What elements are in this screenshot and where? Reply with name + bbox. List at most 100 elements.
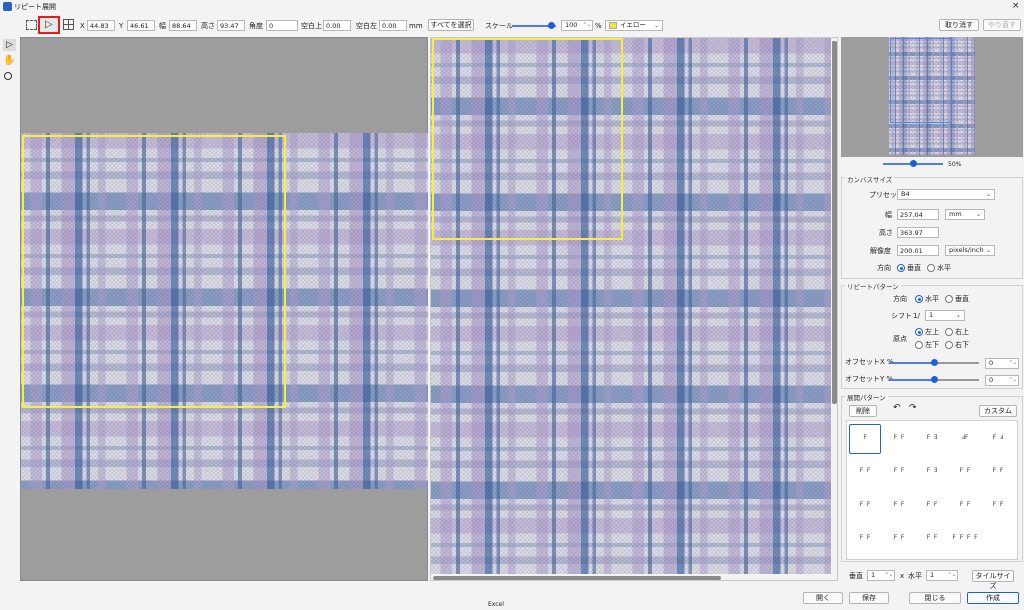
rotate-right-icon[interactable]: ↷ — [909, 403, 917, 413]
pattern-cell[interactable]: F F — [950, 492, 980, 518]
angle-field[interactable] — [266, 20, 298, 31]
origin-label: 原点 — [893, 335, 907, 343]
preview-zoom-label: 50% — [948, 161, 962, 168]
origin-bottom-left-radio[interactable] — [915, 341, 923, 349]
pattern-cell[interactable]: F Ⅎ — [983, 425, 1013, 451]
open-button[interactable]: 開く — [803, 592, 843, 604]
shift-select-value: 1 — [929, 311, 934, 319]
result-canvas[interactable] — [430, 37, 838, 581]
redo-button[interactable]: やり直す — [983, 19, 1021, 31]
canvas-width-field[interactable] — [897, 209, 939, 220]
pattern-cell[interactable]: F ∃ — [917, 458, 947, 484]
close-button[interactable]: 閉じる — [909, 592, 961, 604]
tile-horizontal-label: 水平 — [908, 572, 922, 580]
origin-bottom-left-label: 左下 — [925, 341, 939, 349]
repeat-direction-vertical-radio[interactable] — [945, 295, 953, 303]
offset-y-spinner[interactable]: 0 — [985, 375, 1019, 386]
pattern-cell[interactable]: F ∃ — [917, 425, 947, 451]
canvas-unit-select[interactable]: mm ⌄ — [945, 209, 985, 220]
origin-top-left-radio[interactable] — [915, 328, 923, 336]
tile-times-label: x — [900, 572, 905, 580]
color-select[interactable]: イエロー ⌄ — [605, 20, 663, 31]
close-icon[interactable]: × — [1012, 1, 1020, 11]
pattern-cell[interactable]: F F — [950, 458, 980, 484]
orientation-vertical-radio[interactable] — [897, 264, 905, 272]
margin-left-field[interactable] — [379, 20, 407, 31]
canvas-width-label: 幅 — [885, 211, 892, 219]
pattern-grid: F F F F ∃ ℲF F Ⅎ F F F F F ∃ F F F F F F… — [846, 420, 1018, 560]
select-arrow-icon[interactable]: ▷ — [3, 39, 16, 51]
resolution-field[interactable] — [897, 245, 939, 256]
save-button[interactable]: 保存 — [849, 592, 889, 604]
origin-bottom-right-radio[interactable] — [945, 341, 953, 349]
canvas-height-field[interactable] — [897, 227, 939, 238]
scale-slider-thumb[interactable] — [548, 22, 555, 29]
horizontal-scrollbar[interactable] — [433, 576, 721, 580]
preview-zoom-thumb[interactable] — [910, 160, 917, 167]
margin-left-label: 空白左 — [356, 22, 377, 30]
undo-button[interactable]: 取り消す — [939, 19, 979, 31]
delete-button[interactable]: 削除 — [849, 405, 877, 417]
resolution-unit-select[interactable]: pixels/inch ⌄ — [945, 245, 995, 256]
y-field[interactable] — [127, 20, 155, 31]
color-select-label: イエロー — [620, 21, 646, 29]
selection-frame[interactable] — [22, 135, 286, 408]
tile-horizontal-spinner[interactable]: 1 — [926, 570, 958, 581]
chevron-down-icon: ⌄ — [985, 247, 991, 254]
pattern-cell[interactable]: F — [850, 425, 880, 451]
source-canvas[interactable] — [20, 37, 428, 581]
vertical-scrollbar[interactable] — [832, 41, 837, 404]
pattern-cell[interactable]: F F — [884, 458, 914, 484]
x-label: X — [80, 22, 85, 30]
rotate-left-icon[interactable]: ↶ — [893, 403, 901, 413]
repeat-direction-horizontal-radio[interactable] — [915, 295, 923, 303]
scale-spinner[interactable]: 100 — [561, 20, 593, 31]
transform-tool-icon[interactable] — [26, 20, 37, 30]
shift-prefix: 1/ — [913, 312, 920, 320]
orientation-horizontal-radio[interactable] — [927, 264, 935, 272]
pattern-cell[interactable]: F F — [850, 525, 880, 551]
offset-x-thumb[interactable] — [931, 359, 938, 366]
pattern-cell[interactable]: F F — [983, 492, 1013, 518]
offset-y-label: オフセットY % — [845, 375, 894, 383]
origin-top-right-radio[interactable] — [945, 328, 953, 336]
pattern-cell[interactable]: F F — [917, 492, 947, 518]
create-button[interactable]: 作成 — [967, 592, 1019, 604]
shift-label: シフト — [891, 312, 912, 320]
preset-select[interactable]: B4 ⌄ — [897, 189, 995, 200]
pattern-cell[interactable]: F F F F — [950, 525, 980, 551]
hand-icon[interactable]: ✋ — [3, 55, 15, 66]
pattern-cell[interactable]: F F — [850, 492, 880, 518]
pattern-cell[interactable]: F F — [884, 425, 914, 451]
custom-button[interactable]: カスタム — [979, 405, 1017, 417]
margin-top-field[interactable] — [323, 20, 351, 31]
height-field[interactable] — [217, 20, 245, 31]
preview-viewport-frame[interactable] — [890, 38, 952, 123]
pattern-cell[interactable]: F F — [884, 525, 914, 551]
origin-bottom-right-label: 右下 — [955, 341, 969, 349]
tile-vertical-spinner[interactable]: 1 — [867, 570, 895, 581]
tile-vertical-label: 垂直 — [849, 572, 863, 580]
width-field[interactable] — [169, 20, 197, 31]
cursor-arrow-icon: ▷ — [45, 19, 53, 30]
offset-x-spinner[interactable]: 0 — [985, 358, 1019, 369]
pattern-cell[interactable]: F F — [850, 458, 880, 484]
repeat-tile-frame[interactable] — [432, 38, 623, 240]
repeat-direction-vertical-label: 垂直 — [955, 295, 969, 303]
pattern-cell[interactable]: F F — [917, 525, 947, 551]
unit-label: mm — [409, 22, 423, 30]
select-all-button[interactable]: すべてを選択 — [428, 19, 474, 31]
chevron-down-icon: ⌄ — [985, 191, 991, 198]
shift-select[interactable]: 1 ⌄ — [925, 310, 965, 321]
x-field[interactable] — [87, 20, 115, 31]
grid-tool-icon[interactable] — [63, 19, 74, 30]
tile-size-button[interactable]: タイルサイズ — [972, 570, 1014, 590]
origin-top-left-label: 左上 — [925, 328, 939, 336]
repeat-direction-label: 方向 — [893, 295, 907, 303]
zoom-icon[interactable] — [4, 72, 12, 80]
offset-y-thumb[interactable] — [931, 376, 938, 383]
pattern-cell[interactable]: F F — [884, 492, 914, 518]
pattern-cell[interactable]: F F — [983, 458, 1013, 484]
angle-label: 角度 — [249, 22, 263, 30]
pattern-cell[interactable]: ℲF — [950, 425, 980, 451]
